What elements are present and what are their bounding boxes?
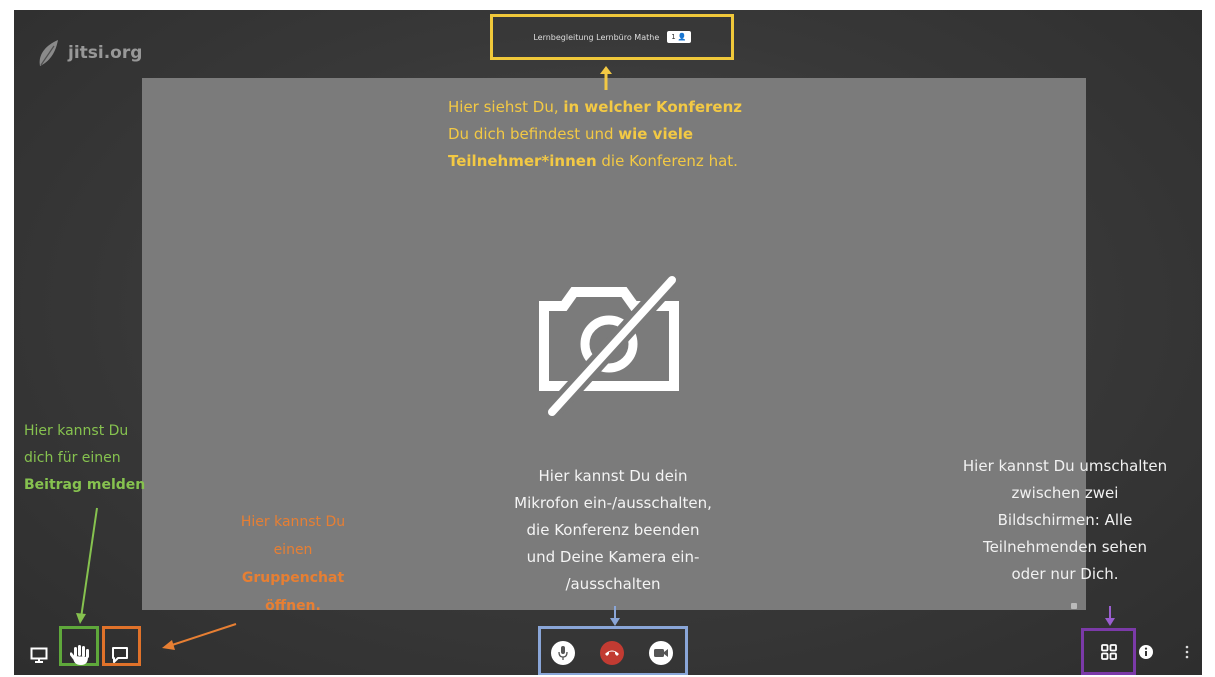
- hangup-icon: [605, 650, 619, 656]
- hangup-button[interactable]: [600, 641, 624, 665]
- camera-icon: [654, 649, 668, 657]
- annotation-chat: Hier kannst Du einen Gruppenchat öffnen.: [210, 508, 376, 620]
- screen-share-button[interactable]: [29, 645, 49, 665]
- arrow-conference: [600, 66, 612, 90]
- annotation-line: Hier kannst Du umschalten: [962, 457, 1168, 475]
- annotation-av-controls: Hier kannst Du dein Mikrofon ein-/aussch…: [468, 463, 758, 598]
- chat-icon: [112, 647, 128, 663]
- annotation-line: dich für einen: [24, 450, 121, 466]
- annotation-line: Hier siehst Du, in welcher Konferenz: [448, 98, 742, 116]
- annotation-line: Bildschirmen: Alle: [997, 511, 1133, 529]
- annotation-raise-hand: Hier kannst Du dich für einen Beitrag me…: [24, 418, 174, 499]
- annotation-line: öffnen.: [265, 598, 321, 614]
- microphone-icon: [558, 646, 568, 660]
- annotation-line: Mikrofon ein-/ausschalten,: [514, 494, 712, 512]
- annotation-line: einen: [273, 542, 313, 558]
- annotation-line: Gruppenchat: [241, 570, 345, 586]
- annotation-line: /ausschalten: [565, 575, 661, 593]
- annotation-line: Teilnehmenden sehen: [982, 538, 1148, 556]
- more-icon: [1185, 645, 1189, 659]
- fullscreen-indicator: [1071, 603, 1077, 609]
- chat-button[interactable]: [109, 644, 131, 666]
- arrow-controls: [610, 606, 620, 626]
- annotation-line: Hier kannst Du: [240, 514, 346, 530]
- tile-view-icon: [1101, 644, 1117, 660]
- conference-window: jitsi.org Lernbegleitung Lernbüro Mathe …: [14, 10, 1202, 675]
- annotation-line: Beitrag melden: [24, 477, 146, 493]
- annotation-line: Hier kannst Du dein: [538, 467, 688, 485]
- arrow-raise-hand: [76, 507, 98, 624]
- annotation-line: oder nur Dich.: [1011, 565, 1119, 583]
- annotation-tile-view: Hier kannst Du umschalten zwischen zwei …: [930, 453, 1200, 588]
- screen-share-icon: [30, 647, 48, 663]
- annotation-line: Du dich befindest und wie viele: [448, 125, 694, 143]
- raise-hand-button[interactable]: [67, 642, 93, 668]
- info-icon: [1139, 645, 1153, 659]
- annotation-line: Hier kannst Du: [24, 423, 129, 439]
- annotation-line: Teilnehmer*innen die Konferenz hat.: [448, 152, 738, 170]
- info-button[interactable]: [1137, 643, 1155, 661]
- camera-button[interactable]: [649, 641, 673, 665]
- annotation-line: und Deine Kamera ein-: [526, 548, 700, 566]
- microphone-button[interactable]: [551, 641, 575, 665]
- more-options-button[interactable]: [1182, 642, 1192, 662]
- raise-hand-icon: [70, 645, 89, 665]
- annotation-conference-info: Hier siehst Du, in welcher Konferenz Du …: [448, 94, 788, 175]
- arrow-tile-view: [1105, 606, 1115, 626]
- annotation-line: zwischen zwei: [1011, 484, 1119, 502]
- annotation-line: die Konferenz beenden: [526, 521, 700, 539]
- tile-view-button[interactable]: [1097, 640, 1121, 664]
